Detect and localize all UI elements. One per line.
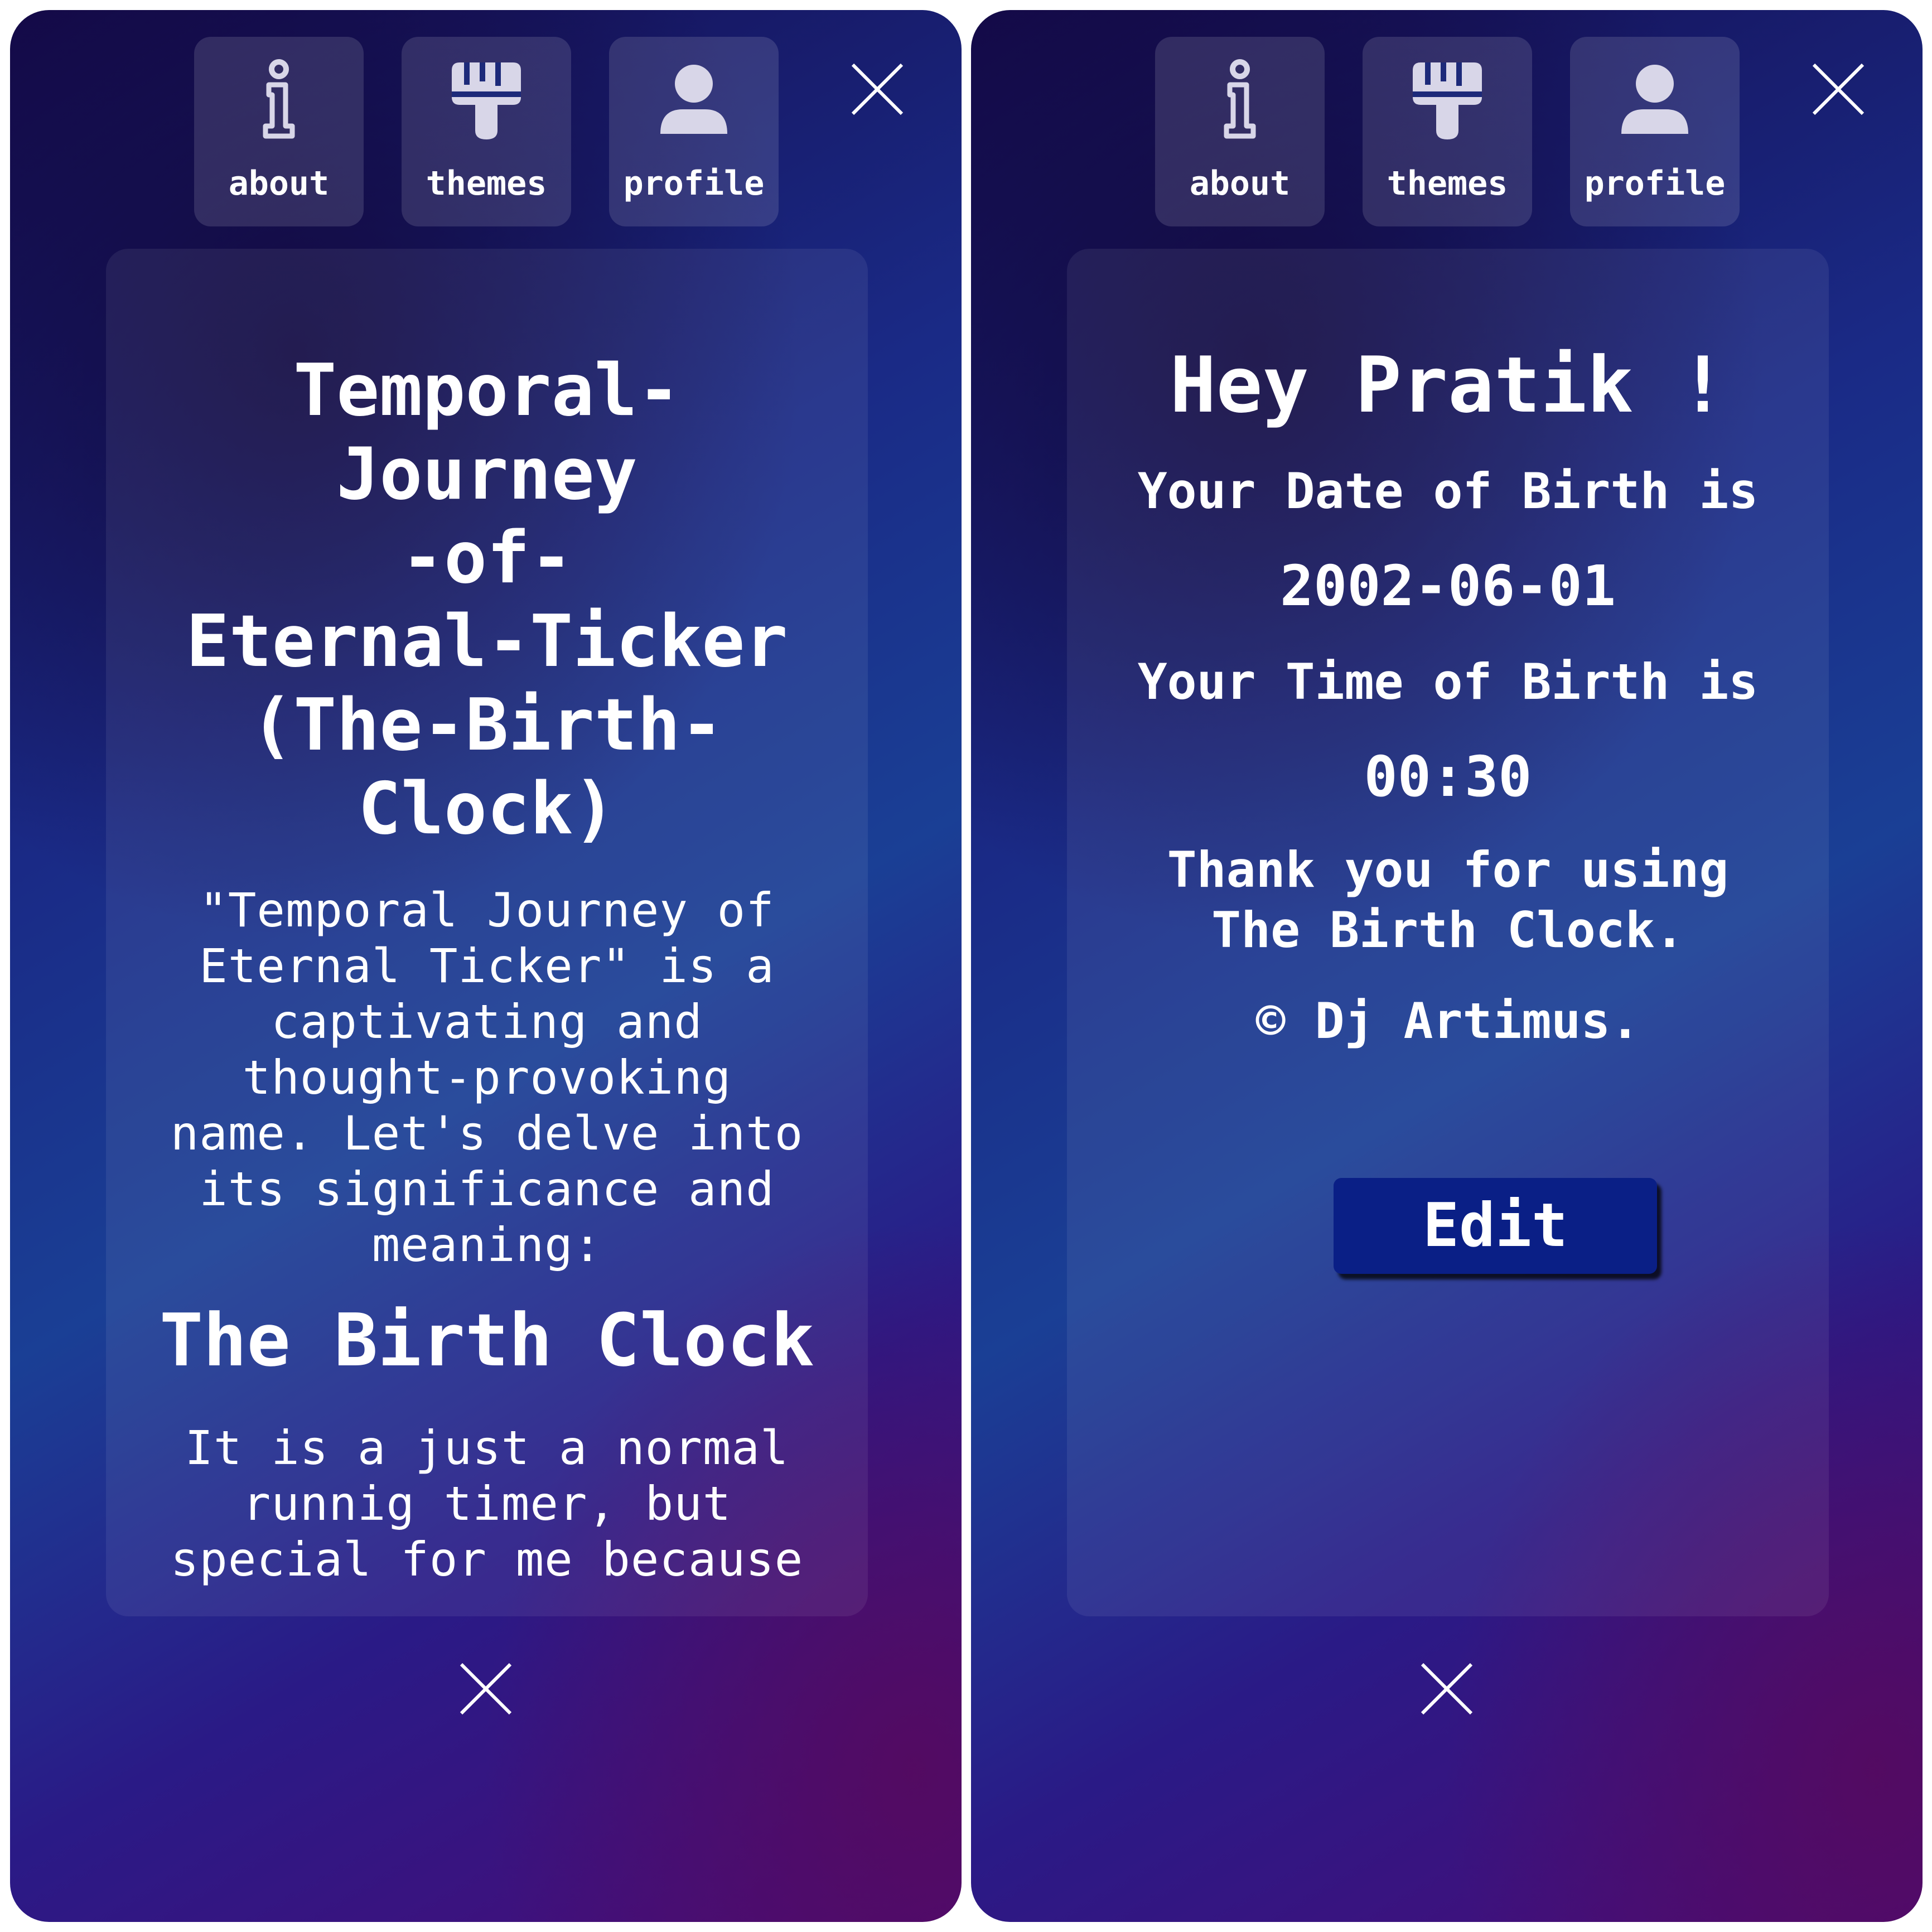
about-screen: about themes profile Temporal- Journey -… [10,10,962,1922]
section-heading: The Birth Clock [160,1298,814,1383]
nav-about-button[interactable]: about [1155,37,1325,226]
nav-themes-label: themes [426,164,547,203]
user-icon [1621,65,1688,134]
top-nav: about themes profile [194,26,796,226]
dob-label: Your Date of Birth is [1137,462,1759,520]
nav-profile-button[interactable]: profile [1570,37,1740,226]
nav-about-label: about [228,164,330,203]
paint-brush-icon [452,62,521,139]
tob-value: 00:30 [1364,744,1532,809]
app-title: Temporal- Journey -of- Eternal-Ticker (T… [186,349,788,851]
nav-themes-label: themes [1387,164,1508,203]
about-card: Temporal- Journey -of- Eternal-Ticker (T… [106,249,868,1616]
dob-value: 2002-06-01 [1279,553,1616,619]
credit-text: © Dj Artimus. [1255,992,1640,1050]
edit-button[interactable]: Edit [1334,1178,1657,1274]
intro-paragraph: "Temporal Journey of Eternal Ticker" is … [170,883,804,1272]
close-icon[interactable] [1810,61,1866,117]
section-paragraph: It is a just a normal runnig timer, but … [170,1421,804,1587]
nav-profile-label: profile [623,164,765,203]
paint-brush-icon [1413,62,1482,139]
close-icon[interactable] [458,1661,514,1717]
profile-screen: about themes profile Hey Pratik ! Your D… [971,10,1923,1922]
nav-profile-button[interactable]: profile [609,37,779,226]
close-icon[interactable] [849,61,905,117]
profile-card: Hey Pratik ! Your Date of Birth is 2002-… [1067,249,1829,1616]
nav-themes-button[interactable]: themes [1363,37,1532,226]
nav-profile-label: profile [1584,164,1726,203]
greeting-heading: Hey Pratik ! [1170,340,1726,430]
nav-about-label: about [1189,164,1291,203]
top-nav: about themes profile [1155,26,1757,226]
close-icon[interactable] [1419,1661,1475,1717]
info-icon [1224,59,1256,139]
tob-label: Your Time of Birth is [1137,653,1759,711]
thanks-message: Thank you for using The Birth Clock. [1167,841,1729,959]
nav-themes-button[interactable]: themes [402,37,571,226]
nav-about-button[interactable]: about [194,37,364,226]
info-icon [263,59,295,139]
user-icon [660,65,727,134]
